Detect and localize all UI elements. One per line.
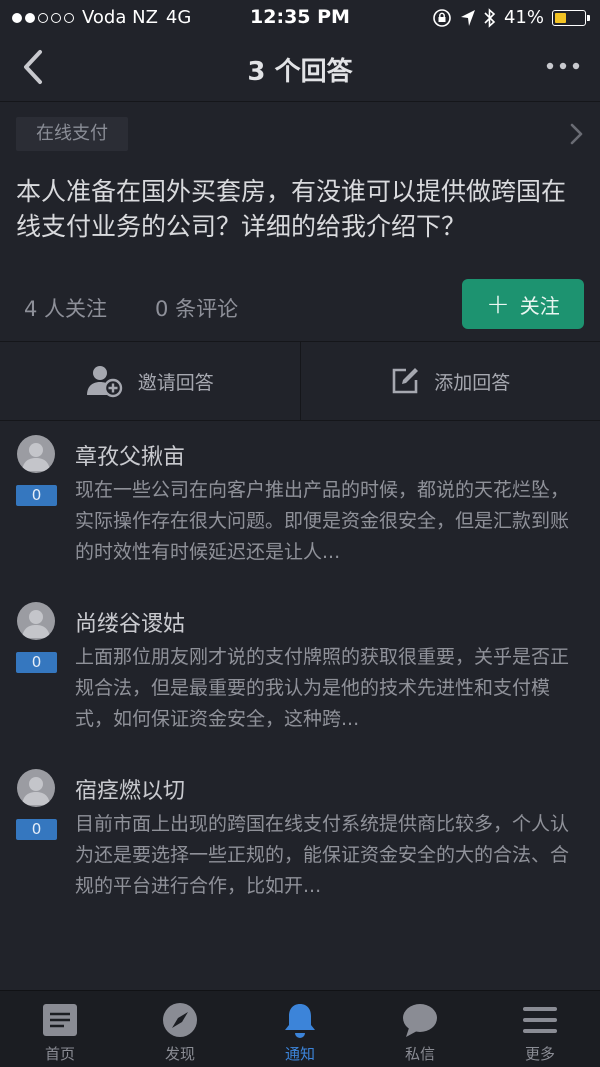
- rotation-lock-icon: [433, 8, 451, 27]
- tab-discover[interactable]: 发现: [120, 991, 240, 1067]
- add-answer-label: 添加回答: [434, 371, 511, 394]
- tab-more-label: 更多: [524, 1045, 555, 1063]
- question-actions: 邀请回答 添加回答: [0, 341, 600, 421]
- tab-notifications-label: 通知: [284, 1045, 315, 1063]
- battery-level: [555, 12, 567, 23]
- answer-excerpt: 目前市面上出现的跨国在线支付系统提供商比较多，个人认为还是要选择一些正规的，能保…: [75, 813, 570, 897]
- vote-count-badge: 0: [16, 485, 57, 506]
- chevron-right-icon[interactable]: [568, 122, 584, 146]
- invite-answer-label: 邀请回答: [137, 371, 214, 394]
- invite-user-icon: [86, 366, 122, 398]
- answer-excerpt: 现在一些公司在向客户推出产品的时候，都说的天花烂坠，实际操作存在很大问题。即便是…: [75, 479, 570, 563]
- vote-count-badge: 0: [16, 652, 57, 673]
- compass-icon: [163, 1003, 197, 1037]
- answer-item[interactable]: 0 宿痉燃以切 目前市面上出现的跨国在线支付系统提供商比较多，个人认为还是要选择…: [0, 769, 600, 934]
- topic-tag[interactable]: 在线支付: [16, 117, 128, 151]
- vote-count-badge: 0: [16, 819, 57, 840]
- invite-answer-button[interactable]: 邀请回答: [0, 342, 301, 420]
- tab-messages-label: 私信: [404, 1045, 435, 1063]
- avatar[interactable]: [17, 602, 55, 640]
- follow-button[interactable]: + 关注: [462, 279, 584, 329]
- add-answer-button[interactable]: 添加回答: [301, 342, 600, 420]
- answer-item[interactable]: 0 章孜父揪亩 现在一些公司在向客户推出产品的时候，都说的天花烂坠，实际操作存在…: [0, 435, 600, 600]
- tab-bar: 首页 发现 通知 私信 更多: [0, 990, 600, 1067]
- location-icon: [460, 9, 475, 26]
- nav-bar: 3 个回答: [0, 34, 600, 100]
- tab-more[interactable]: 更多: [480, 991, 600, 1067]
- battery-percent: 41%: [503, 7, 544, 28]
- menu-icon: [523, 1007, 557, 1033]
- followers-count[interactable]: 4 人关注: [24, 293, 107, 323]
- tab-home[interactable]: 首页: [0, 991, 120, 1067]
- more-options-icon[interactable]: [546, 58, 580, 74]
- tab-notifications[interactable]: 通知: [240, 991, 360, 1067]
- question-stats: 4 人关注 0 条评论: [24, 293, 238, 323]
- tab-home-label: 首页: [44, 1045, 75, 1063]
- answer-author[interactable]: 章孜父揪亩: [75, 439, 185, 471]
- answer-item[interactable]: 0 尚缕谷谡姑 上面那位朋友刚才说的支付牌照的获取很重要，关乎是否正规合法，但是…: [0, 602, 600, 767]
- bluetooth-icon: [484, 7, 496, 28]
- answer-author[interactable]: 尚缕谷谡姑: [75, 606, 185, 638]
- tab-messages[interactable]: 私信: [360, 991, 480, 1067]
- home-icon: [43, 1004, 77, 1036]
- avatar[interactable]: [17, 769, 55, 807]
- avatar[interactable]: [17, 435, 55, 473]
- plus-icon: +: [486, 287, 510, 320]
- status-bar: Voda NZ 4G 12:35 PM 41%: [0, 0, 600, 34]
- tab-discover-label: 发现: [164, 1045, 195, 1063]
- question-title: 本人准备在国外买套房，有没谁可以提供做跨国在线支付业务的公司？详细的给我介绍下？: [16, 177, 567, 241]
- battery-icon: [552, 9, 590, 26]
- follow-button-label: 关注: [519, 293, 560, 318]
- page-title: 3 个回答: [247, 57, 353, 87]
- nav-divider: [0, 101, 600, 102]
- chat-bubble-icon: [403, 1004, 437, 1037]
- answer-author[interactable]: 宿痉燃以切: [75, 773, 185, 805]
- edit-icon: [392, 368, 419, 394]
- status-right: 41%: [432, 7, 590, 28]
- comments-count[interactable]: 0 条评论: [155, 293, 238, 323]
- bell-icon: [285, 1004, 315, 1038]
- answer-excerpt: 上面那位朋友刚才说的支付牌照的获取很重要，关乎是否正规合法，但是最重要的我认为是…: [75, 646, 570, 730]
